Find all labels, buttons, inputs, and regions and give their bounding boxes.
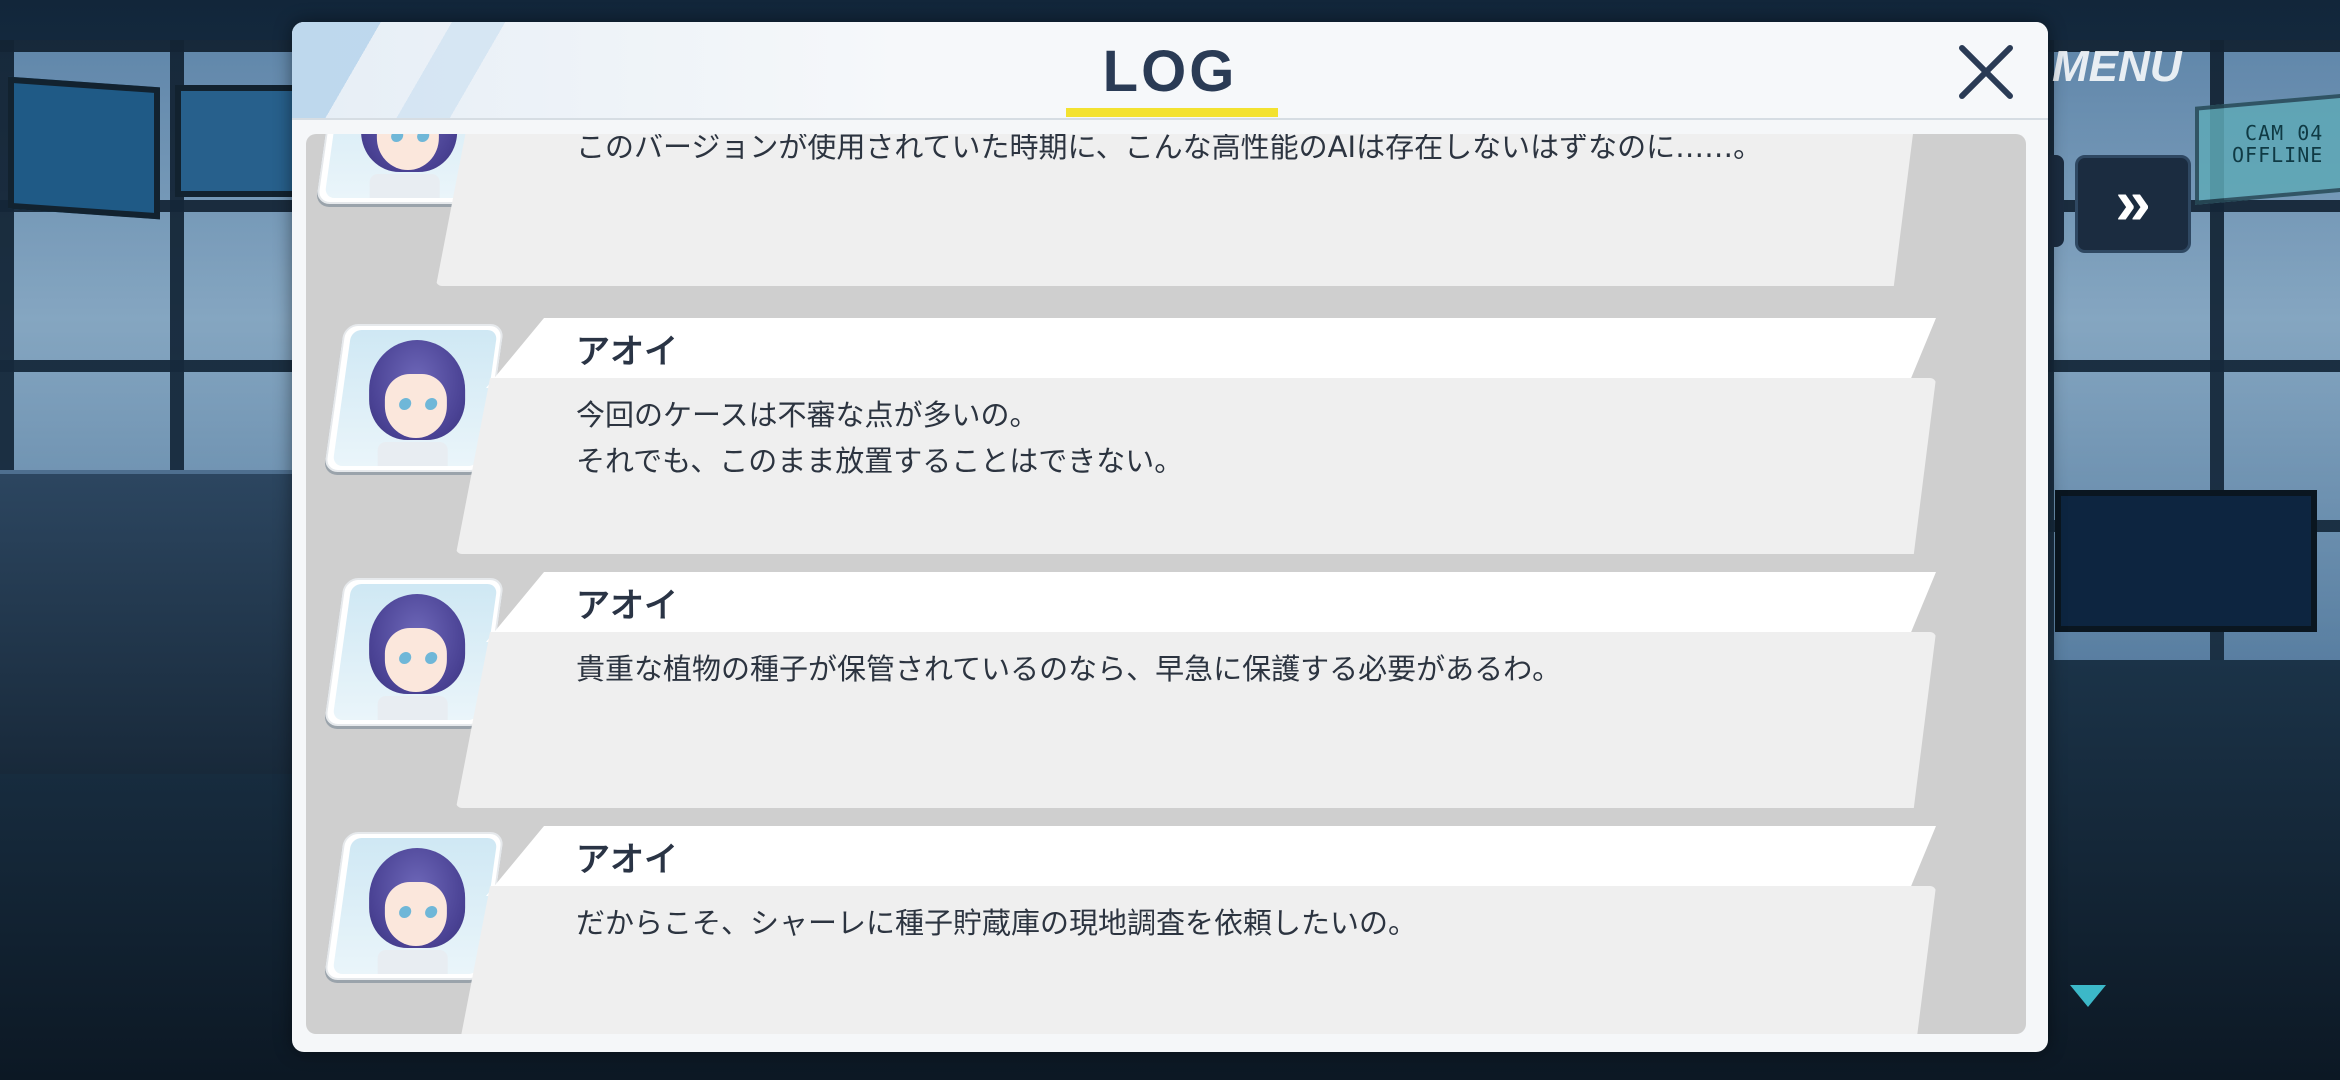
close-button[interactable] bbox=[1952, 38, 2020, 106]
dialogue-text: このバージョンが使用されていた時期に、こんな高性能のAIは存在しないはずなのに…… bbox=[576, 134, 1763, 164]
log-header: LOG bbox=[292, 22, 2048, 120]
wall-monitor-left bbox=[8, 76, 160, 220]
desk-monitor-right bbox=[2055, 490, 2317, 632]
title-underline bbox=[1066, 108, 1278, 117]
speaker-name: アオイ bbox=[576, 332, 678, 372]
log-entry: アオイ 今回のケースは不審な点が多いの。 それでも、このまま放置することはできな… bbox=[306, 318, 2026, 558]
log-entry: アオイ だからこそ、シャーレに種子貯蔵庫の現地調査を依頼したいの。 bbox=[306, 826, 2026, 1034]
speaker-portrait bbox=[323, 324, 505, 472]
wall-monitor-left-2 bbox=[175, 85, 307, 197]
log-entry: このバージョンが使用されていた時期に、こんな高性能のAIは存在しないはずなのに…… bbox=[306, 134, 2026, 290]
control-desk bbox=[0, 470, 300, 774]
camera-status-text: CAM 04 OFFLINE bbox=[2232, 121, 2324, 167]
menu-button[interactable]: MENU bbox=[2052, 42, 2182, 92]
name-plate bbox=[486, 318, 1936, 388]
log-entry: アオイ 貴重な植物の種子が保管されているのなら、早急に保護する必要があるわ。 bbox=[306, 572, 2026, 812]
dialogue-text: 貴重な植物の種子が保管されているのなら、早急に保護する必要があるわ。 bbox=[576, 652, 1562, 686]
speaker-portrait bbox=[323, 832, 505, 980]
fast-forward-button[interactable]: » bbox=[2075, 155, 2191, 253]
dialogue-text: だからこそ、シャーレに種子貯蔵庫の現地調査を依頼したいの。 bbox=[576, 906, 1418, 940]
name-plate bbox=[486, 826, 1936, 896]
close-icon bbox=[1959, 45, 2013, 99]
speaker-portrait bbox=[323, 578, 505, 726]
speaker-name: アオイ bbox=[576, 840, 678, 880]
log-title: LOG bbox=[1102, 39, 1238, 104]
dialogue-text: 今回のケースは不審な点が多いの。 それでも、このまま放置することはできない。 bbox=[576, 398, 1184, 478]
scroll-down-indicator-icon bbox=[2070, 985, 2106, 1007]
log-window: LOG このバージョンが使用されていた時期に、こんな高性能のAIは存在しないはず… bbox=[292, 22, 2048, 1052]
log-list[interactable]: このバージョンが使用されていた時期に、こんな高性能のAIは存在しないはずなのに…… bbox=[306, 134, 2026, 1034]
name-plate bbox=[486, 572, 1936, 642]
speaker-name: アオイ bbox=[576, 586, 678, 626]
